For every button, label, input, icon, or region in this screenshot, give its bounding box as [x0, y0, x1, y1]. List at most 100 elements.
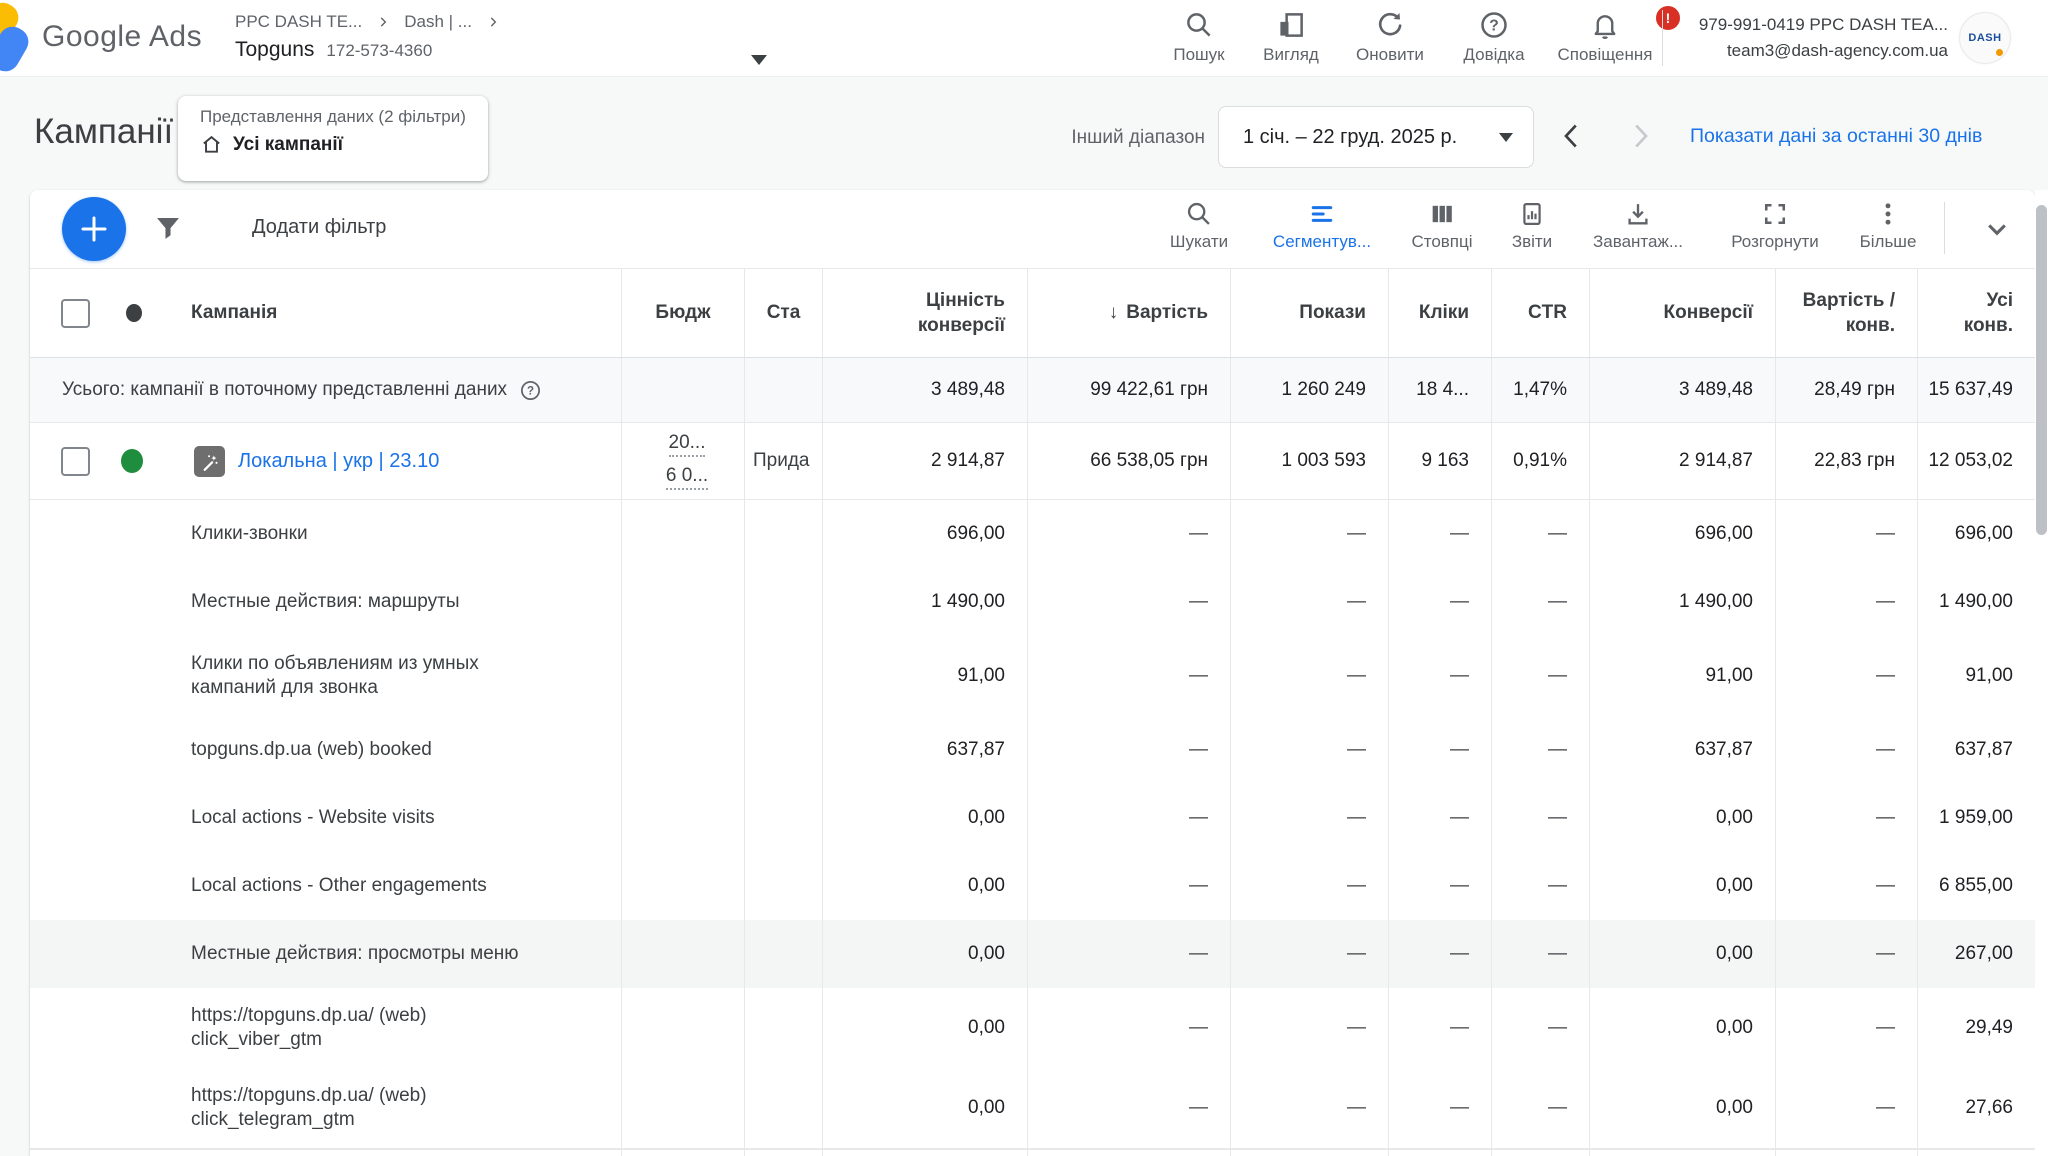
column-all-conv[interactable]: Усі конв. [1917, 269, 2035, 357]
scrollbar-thumb[interactable] [2036, 205, 2047, 535]
reports-icon [1518, 200, 1546, 228]
campaign-conv-value: 2 914,87 [822, 423, 1027, 499]
expand-icon [1761, 200, 1789, 228]
toolbar-download[interactable]: Завантаж... [1568, 200, 1708, 252]
top-bar: Google Ads PPC DASH TE... Dash | ... Top… [0, 0, 2048, 77]
other-range-label[interactable]: Інший діапазон [1040, 127, 1205, 149]
status-enabled-dot[interactable] [121, 449, 143, 473]
account-picker-caret-icon[interactable] [751, 55, 767, 65]
nav-refresh[interactable]: Оновити [1330, 10, 1450, 65]
column-impressions[interactable]: Покази [1230, 269, 1388, 357]
home-icon [200, 133, 223, 156]
help-circle-icon[interactable]: ? [519, 379, 542, 402]
cost-cell: — [1027, 636, 1230, 716]
status-column-dot-icon[interactable] [126, 304, 142, 322]
conversions-cell: 0,00 [1589, 920, 1775, 988]
google-ads-logo-text: Google Ads [42, 20, 202, 54]
totals-conversions: 3 489,48 [1589, 358, 1775, 422]
ctr-cell: — [1491, 852, 1589, 920]
column-conv-value[interactable]: Цінність конверсії [822, 269, 1027, 357]
select-all-checkbox[interactable] [61, 299, 90, 328]
impressions-cell: — [1230, 784, 1388, 852]
cost-per-conv-cell: — [1775, 920, 1917, 988]
impressions-cell: — [1230, 636, 1388, 716]
breadcrumb-manager-account[interactable]: PPC DASH TE... [235, 12, 362, 32]
show-last-30-days-link[interactable]: Показати дані за останні 30 днів [1690, 125, 1982, 148]
add-campaign-button[interactable] [62, 197, 126, 261]
conversion-action-row: Местные действия: просмотры меню0,00————… [30, 920, 2035, 988]
toolbar-more[interactable]: Більше [1818, 200, 1958, 252]
totals-all-conv: 15 637,49 [1917, 358, 2035, 422]
impressions-cell: — [1230, 716, 1388, 784]
date-next-button[interactable] [1622, 118, 1658, 154]
totals-clicks: 18 4... [1388, 358, 1491, 422]
ctr-cell: — [1491, 716, 1589, 784]
conv-value-cell: 696,00 [822, 500, 1027, 568]
budget-value-2[interactable]: 6 0... [666, 465, 708, 490]
avatar[interactable]: DASH [1960, 13, 2010, 63]
bell-icon: ! [1590, 10, 1620, 40]
cost-cell: — [1027, 988, 1230, 1068]
cost-per-conv-cell: — [1775, 1068, 1917, 1148]
add-filter-button[interactable]: Додати фільтр [252, 216, 386, 239]
cost-per-conv-cell: — [1775, 636, 1917, 716]
conversion-action-label: Местные действия: маршруты [30, 568, 621, 636]
conversion-action-label: topguns.dp.ua (web) booked [30, 716, 621, 784]
campaign-conversions: 2 914,87 [1589, 423, 1775, 499]
conv-value-cell: 0,00 [822, 852, 1027, 920]
nav-help[interactable]: ? Довідка [1434, 10, 1554, 65]
conversions-cell: 696,00 [1589, 500, 1775, 568]
toolbar-segment[interactable]: Сегментув... [1252, 200, 1392, 252]
collapse-toolbar-chevron-icon[interactable] [1980, 212, 2014, 246]
column-cost-per-conv[interactable]: Вартість / конв. [1775, 269, 1917, 357]
nav-notifications[interactable]: ! Сповіщення [1545, 10, 1665, 65]
filter-icon[interactable] [152, 212, 184, 244]
date-prev-button[interactable] [1554, 118, 1590, 154]
date-range-value: 1 січ. – 22 груд. 2025 р. [1243, 126, 1457, 149]
ctr-cell: — [1491, 1068, 1589, 1148]
cost-cell: — [1027, 568, 1230, 636]
column-ctr[interactable]: CTR [1491, 269, 1589, 357]
svg-text:?: ? [527, 385, 534, 397]
cost-per-conv-cell: — [1775, 568, 1917, 636]
current-account-name[interactable]: Topguns [235, 38, 314, 62]
campaign-name-link[interactable]: Локальна | укр | 23.10 [238, 450, 439, 473]
sort-desc-icon: ↓ [1109, 302, 1119, 324]
all-conv-cell: 27,66 [1917, 1068, 2035, 1148]
conversion-action-row: https://topguns.dp.ua/ (web)click_viber_… [30, 988, 2035, 1068]
totals-conv-value: 3 489,48 [822, 358, 1027, 422]
more-vertical-icon [1874, 200, 1902, 228]
conv-value-cell: 1 490,00 [822, 568, 1027, 636]
column-status[interactable]: Ста [744, 269, 822, 357]
column-conversions[interactable]: Конверсії [1589, 269, 1775, 357]
conversion-action-row: Клики по объявлениям из умныхкампаний дл… [30, 636, 2035, 716]
budget-value-1[interactable]: 20... [669, 432, 706, 457]
columns-icon [1428, 200, 1456, 228]
account-info[interactable]: 979-991-0419 PPC DASH TEA... team3@dash-… [1690, 12, 1948, 64]
table-toolbar: Додати фільтр Шукати Сегментув... Стовпц… [30, 190, 2035, 269]
column-campaign[interactable]: Кампанія [191, 302, 277, 324]
row-checkbox[interactable] [61, 447, 90, 476]
campaign-status-cell: Прида [744, 423, 822, 499]
column-budget[interactable]: Бюдж [621, 269, 744, 357]
clicks-cell: — [1388, 784, 1491, 852]
column-clicks[interactable]: Кліки [1388, 269, 1491, 357]
campaign-cost-per-conv: 22,83 грн [1775, 423, 1917, 499]
column-cost[interactable]: ↓ Вартість [1027, 269, 1230, 357]
campaign-clicks: 9 163 [1388, 423, 1491, 499]
totals-impressions: 1 260 249 [1230, 358, 1388, 422]
ctr-cell: — [1491, 988, 1589, 1068]
data-view-chip[interactable]: Представлення даних (2 фільтри) Усі камп… [178, 96, 488, 181]
avatar-accent-dot [1996, 49, 2003, 56]
impressions-cell: — [1230, 920, 1388, 988]
table-header-row: Кампанія Бюдж Ста Цінність конверсії ↓ В… [30, 269, 2035, 358]
toolbar-search[interactable]: Шукати [1129, 200, 1269, 252]
totals-row: Усього: кампанії в поточному представлен… [30, 358, 2035, 423]
chevron-right-icon [486, 15, 500, 29]
date-range-selector[interactable]: 1 січ. – 22 груд. 2025 р. [1218, 106, 1534, 168]
clicks-cell: — [1388, 852, 1491, 920]
clicks-cell: — [1388, 500, 1491, 568]
all-conv-cell: 29,49 [1917, 988, 2035, 1068]
breadcrumb-sub-account[interactable]: Dash | ... [404, 12, 472, 32]
conversion-action-row: topguns.dp.ua (web) booked637,87————637,… [30, 716, 2035, 784]
